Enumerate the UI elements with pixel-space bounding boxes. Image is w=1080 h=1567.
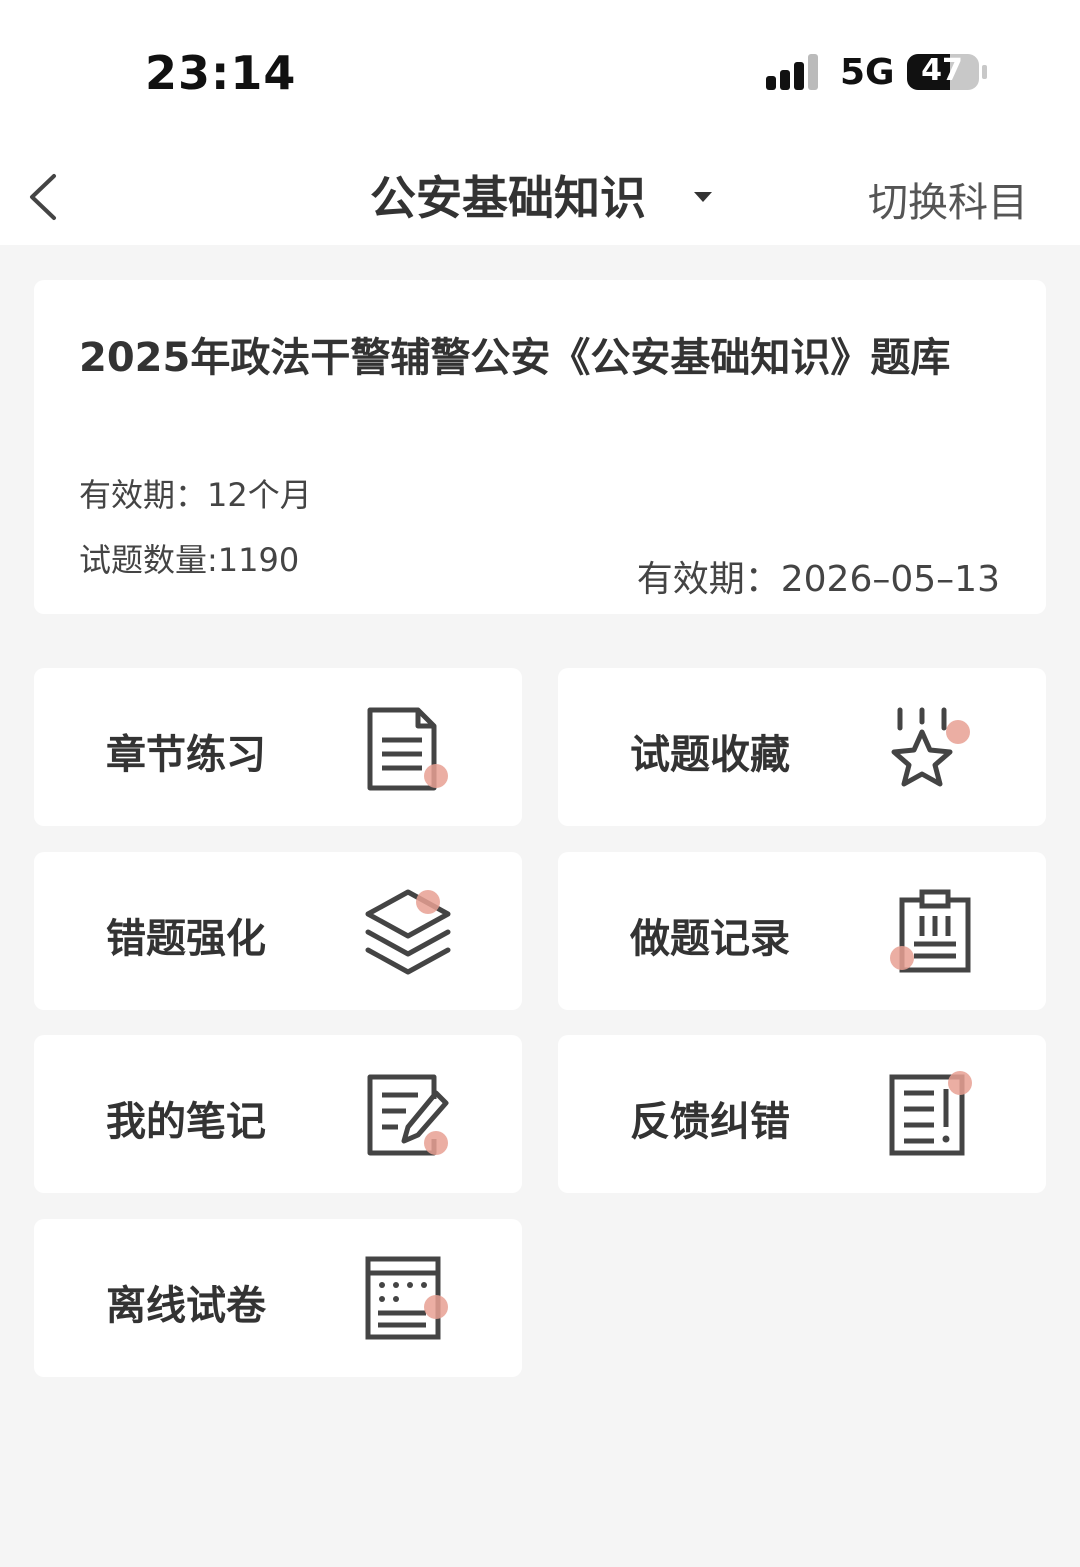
chapter-practice-button[interactable]: 章节练习 bbox=[34, 668, 522, 826]
switch-subject-button[interactable]: 切换科目 bbox=[868, 170, 1028, 228]
history-button[interactable]: 做题记录 bbox=[558, 852, 1046, 1010]
feedback-button[interactable]: 反馈纠错 bbox=[558, 1035, 1046, 1193]
clipboard-icon bbox=[890, 889, 971, 973]
battery-level: 47 bbox=[921, 53, 963, 88]
validity-period: 有效期：12个月 bbox=[79, 476, 312, 514]
wrong-questions-label: 错题强化 bbox=[106, 916, 266, 962]
question-bank-title: 2025年政法干警辅警公安《公安基础知识》题库 bbox=[79, 335, 951, 381]
page-title[interactable]: 公安基础知识 bbox=[370, 162, 646, 228]
history-label: 做题记录 bbox=[630, 916, 790, 962]
notes-label: 我的笔记 bbox=[106, 1099, 266, 1145]
feedback-label: 反馈纠错 bbox=[630, 1099, 790, 1145]
offline-paper-label: 离线试卷 bbox=[106, 1283, 266, 1329]
question-bank-card: 2025年政法干警辅警公安《公安基础知识》题库 有效期：12个月 试题数量:11… bbox=[34, 280, 1046, 614]
cellular-signal-icon bbox=[766, 54, 818, 90]
layers-icon bbox=[365, 889, 451, 975]
status-time: 23:14 bbox=[145, 46, 297, 100]
document-icon bbox=[367, 707, 448, 791]
edit-note-icon bbox=[367, 1074, 449, 1156]
favorites-button[interactable]: 试题收藏 bbox=[558, 668, 1046, 826]
status-bar: 23:14 5G 47 bbox=[0, 0, 1080, 140]
caret-down-icon[interactable] bbox=[692, 190, 714, 204]
question-count: 试题数量:1190 bbox=[79, 541, 300, 579]
nav-bar: 公安基础知识 切换科目 bbox=[0, 140, 1080, 245]
network-type: 5G bbox=[840, 52, 895, 93]
chapter-practice-label: 章节练习 bbox=[106, 732, 266, 778]
notes-button[interactable]: 我的笔记 bbox=[34, 1035, 522, 1193]
star-icon bbox=[891, 707, 970, 787]
wrong-questions-button[interactable]: 错题强化 bbox=[34, 852, 522, 1010]
report-icon bbox=[889, 1071, 972, 1156]
expiry-date: 有效期：2026–05–13 bbox=[636, 559, 1000, 600]
test-paper-icon bbox=[365, 1256, 448, 1340]
back-icon[interactable] bbox=[26, 172, 60, 222]
offline-paper-button[interactable]: 离线试卷 bbox=[34, 1219, 522, 1377]
favorites-label: 试题收藏 bbox=[630, 732, 790, 778]
